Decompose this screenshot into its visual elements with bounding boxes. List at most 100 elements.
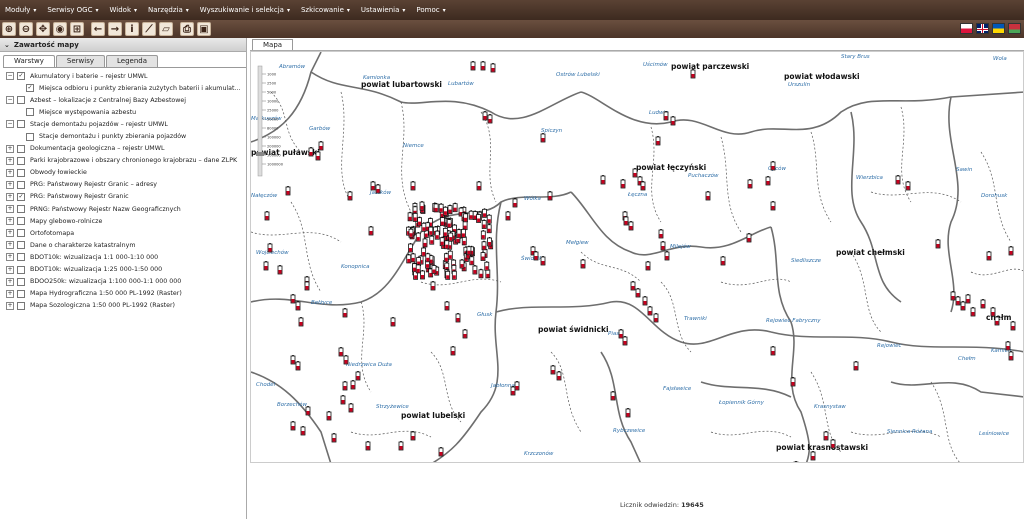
battery-marker-icon[interactable] (410, 252, 416, 263)
battery-marker-icon[interactable] (645, 261, 651, 271)
collapse-icon[interactable]: − (6, 120, 14, 129)
battery-marker-icon[interactable] (463, 212, 468, 223)
battery-marker-icon[interactable] (343, 355, 349, 365)
tab-layers[interactable]: Warstwy (3, 55, 55, 67)
expand-icon[interactable]: + (6, 192, 14, 201)
expand-icon[interactable]: + (6, 205, 14, 214)
layer-row[interactable]: Miejsce występowania azbestu (6, 106, 246, 118)
battery-marker-icon[interactable] (620, 179, 626, 189)
battery-marker-icon[interactable] (365, 441, 371, 451)
battery-marker-icon[interactable] (647, 306, 653, 316)
battery-marker-icon[interactable] (810, 451, 816, 461)
battery-marker-icon[interactable] (1010, 321, 1016, 331)
battery-marker-icon[interactable] (440, 216, 445, 227)
layer-checkbox[interactable] (17, 217, 25, 226)
battery-marker-icon[interactable] (430, 281, 436, 291)
battery-marker-icon[interactable] (433, 202, 439, 213)
battery-marker-icon[interactable] (290, 294, 296, 304)
layer-checkbox[interactable] (26, 132, 34, 141)
battery-marker-icon[interactable] (472, 265, 478, 275)
battery-marker-icon[interactable] (630, 281, 636, 291)
battery-marker-icon[interactable] (462, 329, 468, 339)
layer-row[interactable]: ✓ Miejsca odbioru i punkty zbierania zuży… (6, 82, 246, 94)
battery-marker-icon[interactable] (398, 441, 404, 451)
layer-checkbox[interactable] (17, 120, 25, 129)
battery-marker-icon[interactable] (480, 251, 486, 261)
battery-marker-icon[interactable] (370, 181, 376, 191)
battery-marker-icon[interactable] (980, 299, 986, 309)
battery-marker-icon[interactable] (512, 198, 518, 208)
battery-marker-icon[interactable] (482, 208, 487, 218)
menu-item-4[interactable]: Wyszukiwanie i selekcja ▾ (195, 0, 296, 20)
layer-checkbox[interactable] (17, 289, 25, 298)
layer-row[interactable]: − Stacje demontażu pojazdów – rejestr UMW… (6, 118, 246, 130)
battery-marker-icon[interactable] (628, 221, 634, 231)
layer-row[interactable]: − ✓ Akumulatory i baterie – rejestr UMWL (6, 70, 246, 82)
battery-marker-icon[interactable] (550, 365, 556, 375)
battery-marker-icon[interactable] (455, 313, 461, 323)
battery-marker-icon[interactable] (422, 237, 428, 248)
expand-icon[interactable]: + (6, 253, 14, 262)
battery-marker-icon[interactable] (610, 391, 616, 401)
battery-marker-icon[interactable] (448, 232, 454, 242)
layer-checkbox[interactable] (17, 301, 25, 310)
save-icon[interactable]: ▣ (197, 22, 211, 36)
battery-marker-icon[interactable] (770, 161, 776, 171)
battery-marker-icon[interactable] (1005, 341, 1011, 351)
battery-marker-icon[interactable] (642, 296, 648, 306)
layer-row[interactable]: + Mapy glebowo-rolnicze (6, 215, 246, 227)
layer-checkbox[interactable] (17, 205, 25, 214)
zoom-track[interactable] (257, 65, 263, 177)
battery-marker-icon[interactable] (487, 237, 492, 247)
battery-marker-icon[interactable] (935, 239, 941, 249)
collapse-icon[interactable]: ⌄ (4, 41, 10, 49)
battery-marker-icon[interactable] (823, 431, 829, 441)
battery-marker-icon[interactable] (960, 301, 966, 311)
battery-marker-icon[interactable] (355, 371, 361, 381)
layer-checkbox[interactable] (26, 108, 34, 117)
map-canvas[interactable]: powiat parczewski powiat lubartowski powia… (250, 51, 1024, 463)
battery-marker-icon[interactable] (480, 230, 486, 240)
layer-row[interactable]: + Dokumentacja geologiczna – rejestr UMWL (6, 143, 246, 155)
battery-marker-icon[interactable] (664, 251, 670, 261)
battery-marker-icon[interactable] (443, 206, 448, 216)
battery-marker-icon[interactable] (412, 212, 418, 222)
battery-marker-icon[interactable] (390, 317, 396, 327)
battery-marker-icon[interactable] (434, 230, 440, 240)
battery-marker-icon[interactable] (438, 203, 444, 213)
battery-marker-icon[interactable] (720, 256, 726, 266)
battery-marker-icon[interactable] (446, 218, 452, 228)
battery-marker-icon[interactable] (986, 251, 992, 261)
battery-marker-icon[interactable] (580, 259, 586, 269)
map-svg[interactable]: powiat parczewski powiat lubartowski powia… (251, 52, 1024, 463)
battery-marker-icon[interactable] (623, 216, 629, 226)
layer-row[interactable]: Stacje demontażu i punkty zbierania poja… (6, 130, 246, 142)
battery-marker-icon[interactable] (421, 247, 427, 257)
layer-row[interactable]: + BDOT10k: wizualizacja 1:25 000-1:50 000 (6, 264, 246, 276)
zoom-handle[interactable] (256, 152, 264, 156)
battery-marker-icon[interactable] (476, 181, 482, 191)
battery-marker-icon[interactable] (451, 270, 457, 280)
battery-marker-icon[interactable] (486, 223, 492, 234)
battery-marker-icon[interactable] (408, 228, 414, 238)
layer-row[interactable]: + ✓ PRG: Państwowy Rejestr Granic (6, 191, 246, 203)
battery-marker-icon[interactable] (618, 329, 624, 339)
battery-marker-icon[interactable] (408, 243, 413, 253)
battery-marker-icon[interactable] (417, 216, 422, 227)
battery-marker-icon[interactable] (970, 307, 976, 317)
battery-marker-icon[interactable] (653, 313, 659, 323)
menu-item-3[interactable]: Narzędzia ▾ (143, 0, 195, 20)
battery-marker-icon[interactable] (350, 380, 356, 390)
layer-row[interactable]: + PRG: Państwowy Rejestr Granic – adresy (6, 179, 246, 191)
flag-gb-icon[interactable] (976, 23, 989, 34)
full-extent-icon[interactable]: ◉ (53, 22, 67, 36)
battery-marker-icon[interactable] (347, 191, 353, 201)
battery-marker-icon[interactable] (406, 253, 412, 264)
flag-by-icon[interactable] (1008, 23, 1021, 34)
battery-marker-icon[interactable] (487, 114, 493, 124)
collapse-icon[interactable]: − (6, 96, 14, 105)
layer-row[interactable]: − Azbest – lokalizacje z Centralnej Bazy … (6, 94, 246, 106)
battery-marker-icon[interactable] (407, 211, 413, 222)
layer-checkbox[interactable] (17, 241, 25, 250)
battery-marker-icon[interactable] (478, 268, 484, 279)
